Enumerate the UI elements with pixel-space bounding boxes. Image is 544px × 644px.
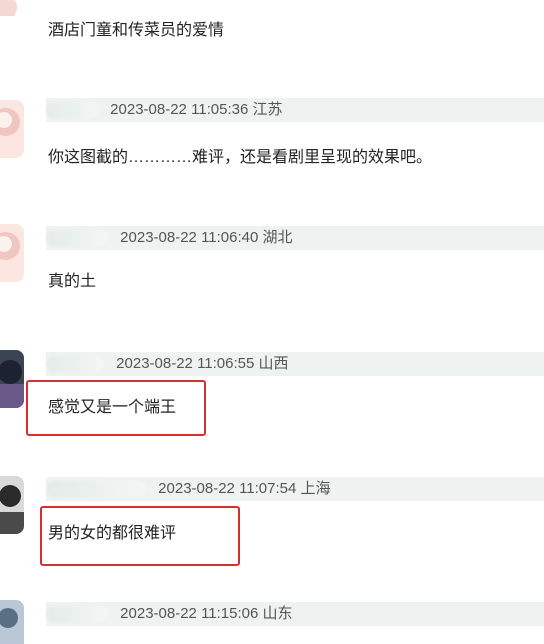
comment-time: 2023-08-22 11:06:40 bbox=[120, 229, 259, 247]
comment-meta: 2023-08-22 11:07:54 上海 bbox=[46, 477, 544, 501]
username-blurred[interactable] bbox=[46, 102, 98, 119]
comment-location: 山西 bbox=[258, 355, 289, 373]
highlight-box bbox=[40, 506, 240, 566]
username-blurred[interactable] bbox=[46, 481, 146, 498]
avatar[interactable] bbox=[0, 224, 24, 282]
avatar[interactable] bbox=[0, 600, 24, 644]
avatar[interactable] bbox=[0, 350, 24, 408]
avatar[interactable] bbox=[0, 0, 28, 18]
comment-location: 江苏 bbox=[252, 101, 283, 119]
comment-time: 2023-08-22 11:15:06 bbox=[120, 605, 259, 623]
highlight-box bbox=[26, 380, 206, 436]
comment-time: 2023-08-22 11:06:55 bbox=[116, 355, 255, 373]
comment-time: 2023-08-22 11:05:36 bbox=[110, 101, 249, 119]
username-blurred[interactable] bbox=[46, 230, 108, 247]
comment-text: 你这图截的…………难评，还是看剧里呈现的效果吧。 bbox=[48, 149, 433, 166]
comment-meta: 2023-08-22 11:06:40 湖北 bbox=[46, 226, 544, 250]
comment-text: 酒店门童和传菜员的爱情 bbox=[48, 22, 225, 39]
avatar[interactable] bbox=[0, 100, 24, 158]
comment-meta: 2023-08-22 11:05:36 江苏 bbox=[46, 98, 544, 122]
username-blurred[interactable] bbox=[46, 356, 104, 373]
comment-time: 2023-08-22 11:07:54 bbox=[158, 480, 297, 498]
comment-location: 湖北 bbox=[262, 229, 293, 247]
comment-location: 上海 bbox=[300, 480, 331, 498]
comment-text: 真的土 bbox=[48, 273, 97, 290]
avatar[interactable] bbox=[0, 476, 24, 534]
comment-location: 山东 bbox=[262, 605, 293, 623]
username-blurred[interactable] bbox=[46, 606, 108, 623]
comment-meta: 2023-08-22 11:06:55 山西 bbox=[46, 352, 544, 376]
comment-meta: 2023-08-22 11:15:06 山东 bbox=[46, 602, 544, 626]
